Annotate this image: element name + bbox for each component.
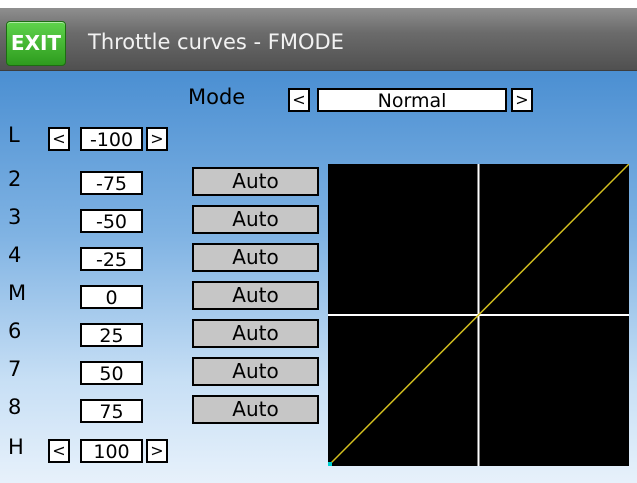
mode-next-arrow-icon[interactable]: > — [511, 88, 533, 112]
mode-value[interactable]: Normal — [317, 88, 507, 112]
point-value-2[interactable]: -75 — [80, 171, 143, 195]
point-label-h: H — [8, 435, 24, 459]
point-label-l: L — [8, 123, 20, 147]
point-value-8[interactable]: 75 — [80, 399, 143, 423]
point-label-4: 4 — [8, 243, 22, 267]
point-value-3[interactable]: -50 — [80, 209, 143, 233]
point-label-m: M — [8, 281, 27, 305]
point-label-8: 8 — [8, 395, 22, 419]
auto-button-2[interactable]: Auto — [192, 167, 319, 196]
auto-button-6[interactable]: Auto — [192, 319, 319, 348]
curve-point-marker — [328, 462, 332, 466]
point-value-6[interactable]: 25 — [80, 323, 143, 347]
auto-button-3[interactable]: Auto — [192, 205, 319, 234]
point-label-7: 7 — [8, 357, 22, 381]
mode-prev-arrow-icon[interactable]: < — [288, 88, 310, 112]
point-value-h[interactable]: 100 — [80, 439, 143, 463]
auto-button-m[interactable]: Auto — [192, 281, 319, 310]
point-h-prev-arrow-icon[interactable]: < — [48, 439, 70, 463]
point-l-prev-arrow-icon[interactable]: < — [48, 127, 70, 151]
auto-button-8[interactable]: Auto — [192, 395, 319, 424]
exit-button[interactable]: EXIT — [6, 21, 66, 66]
point-value-l[interactable]: -100 — [80, 127, 143, 151]
point-label-6: 6 — [8, 319, 22, 343]
header-bar: EXIT Throttle curves - FMODE — [0, 8, 637, 71]
auto-button-4[interactable]: Auto — [192, 243, 319, 272]
mode-label: Mode — [188, 85, 246, 109]
point-l-next-arrow-icon[interactable]: > — [146, 127, 168, 151]
auto-button-7[interactable]: Auto — [192, 357, 319, 386]
point-label-3: 3 — [8, 205, 22, 229]
point-h-next-arrow-icon[interactable]: > — [146, 439, 168, 463]
point-value-7[interactable]: 50 — [80, 361, 143, 385]
point-label-2: 2 — [8, 167, 22, 191]
top-decoration — [0, 0, 637, 8]
page-title: Throttle curves - FMODE — [88, 30, 344, 54]
point-value-m[interactable]: 0 — [80, 285, 143, 309]
point-value-4[interactable]: -25 — [80, 247, 143, 271]
curve-graph — [328, 164, 629, 466]
